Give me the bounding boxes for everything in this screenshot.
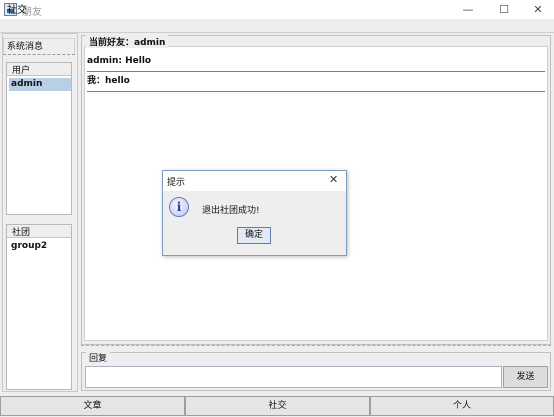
menu-social[interactable]: 社交 <box>7 1 27 16</box>
menu-bar <box>0 19 554 33</box>
groups-header-label: 社团 <box>12 228 31 238</box>
system-messages-button[interactable]: 系统消息 <box>3 38 75 55</box>
chat-message: admin: Hello <box>87 51 545 72</box>
split-pane-divider[interactable] <box>81 345 551 349</box>
reply-label: 回复 <box>86 351 111 364</box>
user-list-item[interactable]: admin <box>9 78 71 91</box>
users-list-header: 用户 <box>7 63 71 76</box>
chat-message: 我：hello <box>87 71 545 92</box>
info-icon: i <box>169 197 189 217</box>
ok-button[interactable]: 确定 <box>237 227 271 244</box>
users-list[interactable]: 用户 admin <box>6 62 72 215</box>
close-icon[interactable]: ✕ <box>526 2 550 17</box>
send-button[interactable]: 发送 <box>503 366 548 388</box>
dialog-close-icon[interactable]: ✕ <box>329 173 338 186</box>
dialog-message: 退出社团成功! <box>202 206 260 216</box>
tab-personal[interactable]: 个人 <box>370 396 554 416</box>
maximize-icon[interactable]: ☐ <box>492 2 516 17</box>
chat-title: 当前好友：admin <box>86 35 169 48</box>
tab-social[interactable]: 社交 <box>185 396 370 416</box>
group-list-item[interactable]: group2 <box>9 240 71 253</box>
users-header-label: 用户 <box>12 66 31 76</box>
groups-list-header: 社团 <box>7 225 71 238</box>
dialog-body <box>163 191 346 255</box>
groups-list[interactable]: 社团 group2 <box>6 224 72 390</box>
dialog-title: 提示 <box>167 178 186 188</box>
minimize-icon[interactable]: — <box>456 2 480 17</box>
reply-input[interactable] <box>85 366 502 388</box>
tab-articles[interactable]: 文章 <box>0 396 185 416</box>
